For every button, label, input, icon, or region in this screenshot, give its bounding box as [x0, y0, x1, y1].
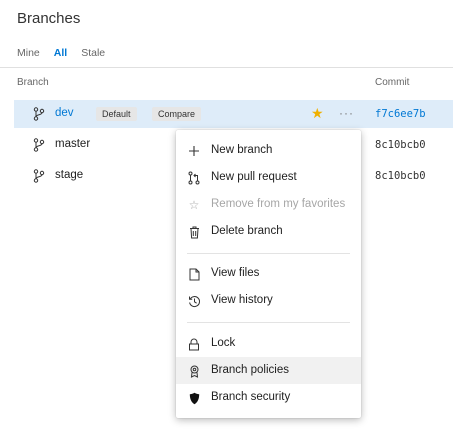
tab-all[interactable]: All — [54, 47, 67, 59]
column-header-branch[interactable]: Branch — [17, 77, 49, 88]
branch-name-link[interactable]: master — [55, 138, 90, 150]
more-actions-button[interactable]: ··· — [339, 106, 354, 120]
menu-item-label: Lock — [211, 337, 236, 349]
branches-page: Branches Mine All Stale Branch Commit de… — [0, 0, 453, 444]
menu-item-branch-policies[interactable]: Branch policies — [176, 357, 361, 384]
menu-item-label: New branch — [211, 144, 273, 156]
branch-filter-tabs: Mine All Stale — [17, 47, 105, 59]
menu-item-label: Branch policies — [211, 364, 289, 376]
branch-icon — [33, 169, 45, 183]
menu-item-label: Delete branch — [211, 225, 283, 237]
menu-item-label: Remove from my favorites — [211, 198, 346, 210]
menu-separator — [187, 322, 350, 323]
menu-item-label: Branch security — [211, 391, 291, 403]
menu-item-remove-favorite: ☆ Remove from my favorites — [176, 191, 361, 218]
commit-id-link[interactable]: f7c6ee7b — [375, 108, 426, 120]
tab-mine[interactable]: Mine — [17, 47, 40, 59]
menu-item-label: New pull request — [211, 171, 297, 183]
favorite-star-icon[interactable]: ★ — [311, 105, 324, 122]
branch-row-dev[interactable]: dev Default Compare ★ ··· f7c6ee7b — [14, 100, 453, 128]
menu-separator — [187, 253, 350, 254]
menu-item-new-pull-request[interactable]: New pull request — [176, 164, 361, 191]
trash-icon — [187, 225, 201, 239]
page-title: Branches — [17, 10, 81, 27]
column-header-commit[interactable]: Commit — [375, 77, 409, 88]
shield-icon — [187, 391, 201, 405]
menu-item-branch-security[interactable]: Branch security — [176, 384, 361, 411]
branch-icon — [33, 138, 45, 152]
menu-item-label: View files — [211, 267, 260, 279]
commit-id-link[interactable]: 8c10bcb0 — [375, 139, 426, 151]
compare-badge[interactable]: Compare — [152, 107, 202, 121]
file-icon — [187, 267, 201, 281]
star-outline-icon: ☆ — [188, 198, 200, 212]
menu-item-view-history[interactable]: View history — [176, 287, 361, 314]
menu-item-delete-branch[interactable]: Delete branch — [176, 218, 361, 245]
branch-icon — [33, 107, 45, 121]
lock-icon — [187, 337, 201, 351]
menu-item-lock[interactable]: Lock — [176, 330, 361, 357]
header-divider — [0, 67, 453, 68]
branch-name-link[interactable]: dev — [55, 107, 74, 119]
menu-item-new-branch[interactable]: New branch — [176, 137, 361, 164]
branch-name-link[interactable]: stage — [55, 169, 83, 181]
commit-id-link[interactable]: 8c10bcb0 — [375, 170, 426, 182]
tab-stale[interactable]: Stale — [81, 47, 105, 59]
menu-item-view-files[interactable]: View files — [176, 260, 361, 287]
policy-badge-icon — [187, 364, 201, 378]
pull-request-icon — [187, 171, 201, 185]
history-icon — [187, 294, 201, 308]
branch-context-menu: New branch New pull request ☆ Remove fro… — [176, 130, 361, 418]
default-badge: Default — [96, 107, 137, 121]
menu-item-label: View history — [211, 294, 273, 306]
plus-icon — [187, 144, 201, 158]
